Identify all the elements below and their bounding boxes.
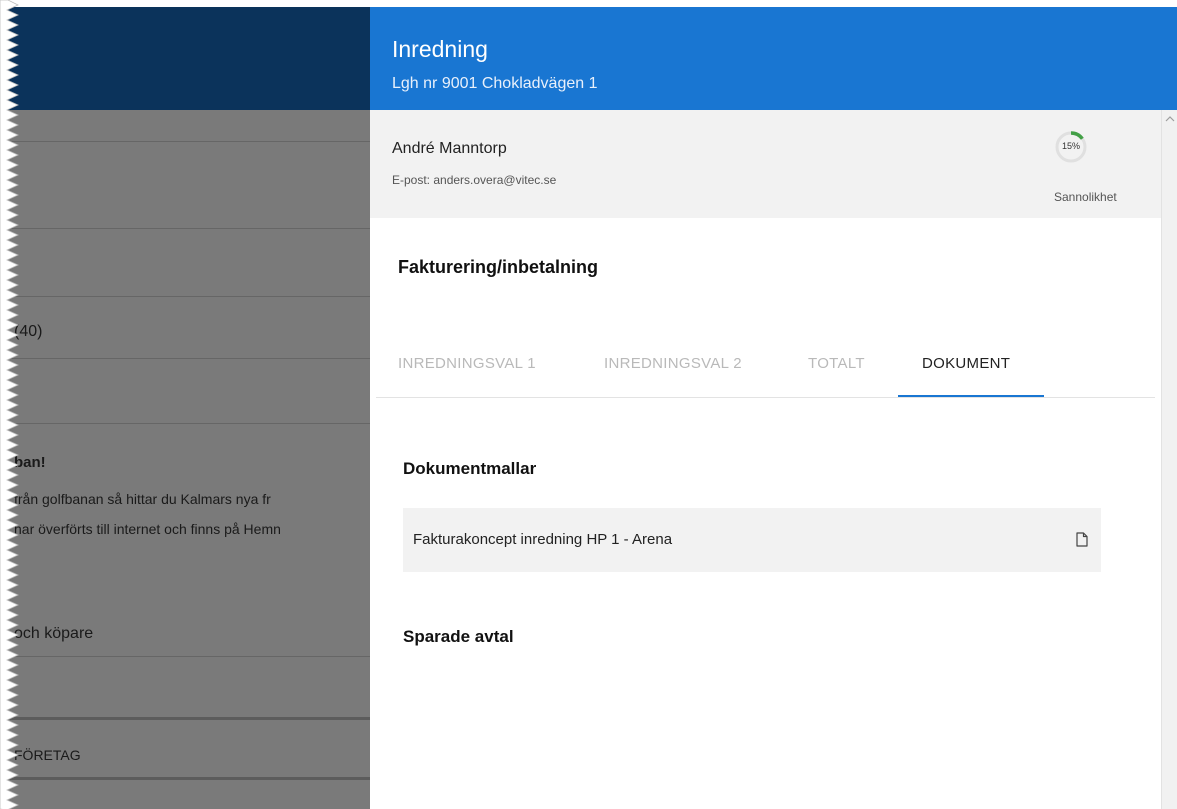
background-text: har överförts till internet och finns på… — [14, 521, 281, 537]
background-divider — [0, 656, 370, 657]
drawer-header: Inredning Lgh nr 9001 Chokladvägen 1 — [370, 7, 1177, 110]
background-header — [0, 7, 370, 110]
background-divider — [0, 358, 370, 359]
tab-inredningsval-1[interactable]: INREDNINGSVAL 1 — [398, 355, 536, 372]
document-icon[interactable] — [1076, 532, 1088, 547]
scroll-up-arrow-icon[interactable] — [1165, 114, 1175, 124]
background-top-strip — [0, 0, 370, 7]
background-page: (40) ban! från golfbanan så hittar du Ka… — [0, 0, 370, 809]
detail-drawer: Inredning Lgh nr 9001 Chokladvägen 1 And… — [370, 7, 1177, 809]
document-template-label: Fakturakoncept inredning HP 1 - Arena — [413, 531, 673, 548]
probability-value: 15% — [1061, 141, 1080, 151]
saved-agreements-title: Sparade avtal — [403, 627, 514, 646]
probability-label: Sannolikhet — [1054, 190, 1117, 204]
background-divider — [0, 777, 370, 780]
tab-inredningsval-2[interactable]: INREDNINGSVAL 2 — [604, 355, 742, 372]
section-title: Fakturering/inbetalning — [398, 257, 599, 277]
background-divider — [0, 717, 370, 720]
tab-bar: INREDNINGSVAL 1 INREDNINGSVAL 2 TOTALT D… — [376, 329, 1155, 398]
document-templates-title: Dokumentmallar — [403, 459, 537, 478]
background-divider — [0, 296, 370, 297]
document-template-item[interactable]: Fakturakoncept inredning HP 1 - Arena — [403, 508, 1101, 572]
tab-totalt[interactable]: TOTALT — [808, 355, 865, 372]
background-divider — [0, 423, 370, 424]
background-text: från golfbanan så hittar du Kalmars nya … — [14, 491, 271, 507]
vertical-scrollbar[interactable] — [1161, 110, 1177, 809]
active-tab-indicator — [898, 395, 1044, 397]
background-divider — [0, 141, 370, 142]
contact-card: André Manntorp E-post: anders.overa@vite… — [370, 110, 1161, 218]
contact-name: André Manntorp — [392, 140, 507, 157]
drawer-title: Inredning — [392, 36, 488, 62]
contact-email: E-post: anders.overa@vitec.se — [392, 173, 557, 187]
background-divider — [0, 228, 370, 229]
tab-dokument[interactable]: DOKUMENT — [922, 355, 1010, 372]
drawer-subtitle: Lgh nr 9001 Chokladvägen 1 — [392, 75, 598, 92]
torn-edge-decoration — [0, 0, 19, 809]
